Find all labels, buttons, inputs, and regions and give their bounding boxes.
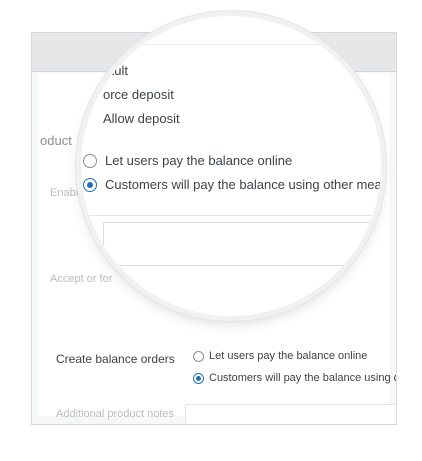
balance-option-other-means[interactable]: Customers will pay the balance using ot	[193, 372, 397, 384]
lens-balance-option-online[interactable]: Let users pay the balance online	[83, 153, 292, 168]
deposit-option-allow[interactable]: Allow deposit	[103, 111, 180, 126]
deposit-option-force[interactable]: orce deposit	[103, 87, 174, 102]
lens-balance-option-online-label: Let users pay the balance online	[105, 153, 293, 168]
magnifier-lens: ault orce deposit Allow deposit Let user…	[81, 16, 381, 316]
create-balance-orders-label: Create balance orders	[56, 352, 175, 366]
section-title: oduct	[40, 133, 72, 148]
additional-notes-label: Additional product notes	[56, 408, 175, 420]
balance-option-online-label: Let users pay the balance online	[209, 350, 368, 362]
deposit-option-default[interactable]: ault	[107, 63, 128, 78]
lens-balance-option-other-means[interactable]: Customers will pay the balance using oth…	[83, 177, 381, 192]
lens-balance-option-other-means-label: Customers will pay the balance using oth…	[105, 177, 381, 192]
radio-checked-icon[interactable]	[193, 372, 204, 384]
radio-icon[interactable]	[83, 153, 97, 168]
additional-notes-textarea[interactable]	[185, 404, 396, 424]
radio-checked-icon[interactable]	[83, 177, 97, 192]
balance-option-online[interactable]: Let users pay the balance online	[193, 350, 367, 362]
radio-icon[interactable]	[193, 350, 204, 362]
lens-divider	[111, 44, 381, 45]
lens-divider	[81, 215, 381, 216]
accept-or-force-label: Accept or for	[50, 273, 113, 285]
accept-or-force-field[interactable]	[103, 222, 381, 266]
balance-option-other-means-label: Customers will pay the balance using ot	[209, 372, 397, 384]
